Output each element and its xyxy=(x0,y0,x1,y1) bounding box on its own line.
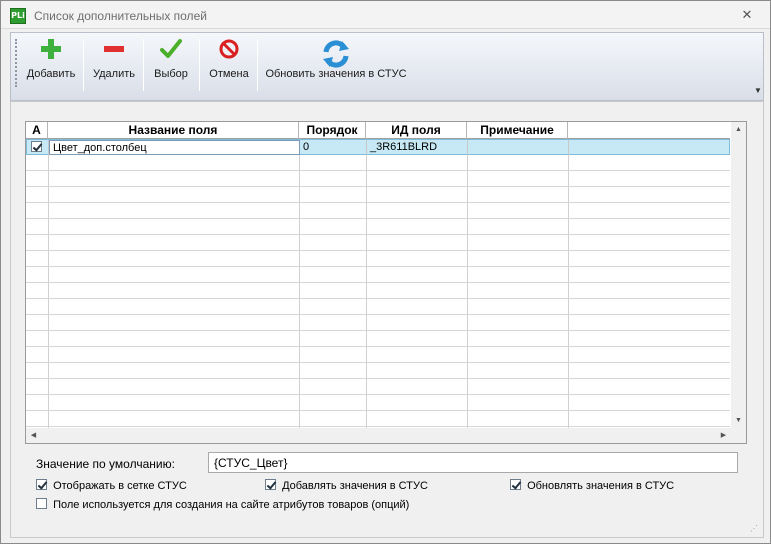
empty-table-row[interactable] xyxy=(26,171,730,187)
note-cell[interactable] xyxy=(468,140,569,155)
scrollbar-corner xyxy=(731,428,746,443)
default-value-label: Значение по умолчанию: xyxy=(36,457,175,471)
delete-button-label: Удалить xyxy=(93,68,135,80)
toolbar-grip[interactable] xyxy=(15,39,17,87)
empty-table-row[interactable] xyxy=(26,347,730,363)
horizontal-scrollbar[interactable]: ◀ ▶ xyxy=(26,428,746,443)
active-cell[interactable] xyxy=(27,140,49,155)
empty-table-row[interactable] xyxy=(26,331,730,347)
add-values-option[interactable]: Добавлять значения в СТУС xyxy=(265,479,428,492)
add-values-checkbox[interactable] xyxy=(265,479,276,491)
add-values-label: Добавлять значения в СТУС xyxy=(282,480,428,492)
add-button[interactable]: Добавить xyxy=(23,35,79,91)
site-attributes-checkbox[interactable] xyxy=(36,498,47,510)
order-cell[interactable]: 0 xyxy=(300,140,367,155)
empty-table-row[interactable] xyxy=(26,315,730,331)
scroll-left-icon[interactable]: ◀ xyxy=(26,428,41,443)
refresh-icon xyxy=(261,38,411,68)
scroll-right-icon[interactable]: ▶ xyxy=(716,428,731,443)
scroll-down-icon[interactable]: ▼ xyxy=(731,413,746,428)
add-button-label: Добавить xyxy=(26,68,76,80)
empty-table-row[interactable] xyxy=(26,379,730,395)
select-button[interactable]: Выбор xyxy=(147,35,195,91)
checkmark-icon xyxy=(147,38,195,68)
table-row[interactable]: Цвет_доп.столбец 0 _3R611BLRD xyxy=(26,139,730,155)
show-in-grid-label: Отображать в сетке СТУС xyxy=(53,480,187,492)
empty-table-row[interactable] xyxy=(26,267,730,283)
show-in-grid-option[interactable]: Отображать в сетке СТУС xyxy=(36,479,187,492)
select-button-label: Выбор xyxy=(154,68,188,80)
column-header-note[interactable]: Примечание xyxy=(467,122,568,139)
toolbar-separator xyxy=(83,39,84,91)
minus-icon xyxy=(87,38,141,68)
toolbar-separator xyxy=(143,39,144,91)
grid-body: Цвет_доп.столбец 0 _3R611BLRD xyxy=(26,139,730,428)
column-header-id[interactable]: ИД поля xyxy=(366,122,467,139)
delete-button[interactable]: Удалить xyxy=(87,35,141,91)
empty-table-row[interactable] xyxy=(26,203,730,219)
default-value-input[interactable]: {СТУС_Цвет} xyxy=(208,452,738,473)
empty-table-row[interactable] xyxy=(26,411,730,427)
empty-table-row[interactable] xyxy=(26,299,730,315)
empty-table-row[interactable] xyxy=(26,155,730,171)
fields-grid: А Название поля Порядок ИД поля Примечан… xyxy=(25,121,747,444)
name-cell[interactable]: Цвет_доп.столбец xyxy=(49,140,300,155)
cancel-button[interactable]: Отмена xyxy=(203,35,255,91)
scroll-up-icon[interactable]: ▲ xyxy=(731,122,746,137)
empty-table-row[interactable] xyxy=(26,251,730,267)
grid-header: А Название поля Порядок ИД поля Примечан… xyxy=(26,122,730,139)
update-values-checkbox[interactable] xyxy=(510,479,521,491)
toolbar-separator xyxy=(199,39,200,91)
refresh-stus-button[interactable]: Обновить значения в СТУС xyxy=(261,35,411,91)
cancel-button-label: Отмена xyxy=(209,68,249,80)
empty-table-row[interactable] xyxy=(26,187,730,203)
refresh-stus-button-label: Обновить значения в СТУС xyxy=(265,68,407,80)
empty-table-row[interactable] xyxy=(26,363,730,379)
title-bar: PLi Список дополнительных полей ✕ xyxy=(1,1,770,29)
update-values-label: Обновлять значения в СТУС xyxy=(527,480,675,492)
vertical-scrollbar[interactable]: ▲ ▼ xyxy=(731,122,746,428)
toolbar: Добавить Удалить Выбор Отмена Обновить з… xyxy=(10,32,764,101)
plus-icon xyxy=(23,38,79,68)
empty-table-row[interactable] xyxy=(26,219,730,235)
show-in-grid-checkbox[interactable] xyxy=(36,479,47,491)
resize-grip-icon[interactable]: ⋰ xyxy=(750,524,762,536)
close-button[interactable]: ✕ xyxy=(739,7,755,23)
empty-table-row[interactable] xyxy=(26,235,730,251)
update-values-option[interactable]: Обновлять значения в СТУС xyxy=(510,479,675,492)
window-title: Список дополнительных полей xyxy=(34,9,207,23)
active-checkbox[interactable] xyxy=(31,140,42,152)
app-logo-icon: PLi xyxy=(10,8,26,24)
column-header-name[interactable]: Название поля xyxy=(48,122,299,139)
empty-table-row[interactable] xyxy=(26,283,730,299)
dialog-window: PLi Список дополнительных полей ✕ Добави… xyxy=(0,0,771,544)
cancel-icon xyxy=(203,38,255,68)
empty-table-row[interactable] xyxy=(26,395,730,411)
site-attributes-label: Поле используется для создания на сайте … xyxy=(53,499,410,511)
column-header-order[interactable]: Порядок xyxy=(299,122,366,139)
site-attributes-option[interactable]: Поле используется для создания на сайте … xyxy=(36,498,410,511)
toolbar-overflow-icon[interactable]: ▼ xyxy=(753,86,763,100)
id-cell[interactable]: _3R611BLRD xyxy=(367,140,468,155)
column-header-active[interactable]: А xyxy=(26,122,48,139)
toolbar-separator xyxy=(257,39,258,91)
